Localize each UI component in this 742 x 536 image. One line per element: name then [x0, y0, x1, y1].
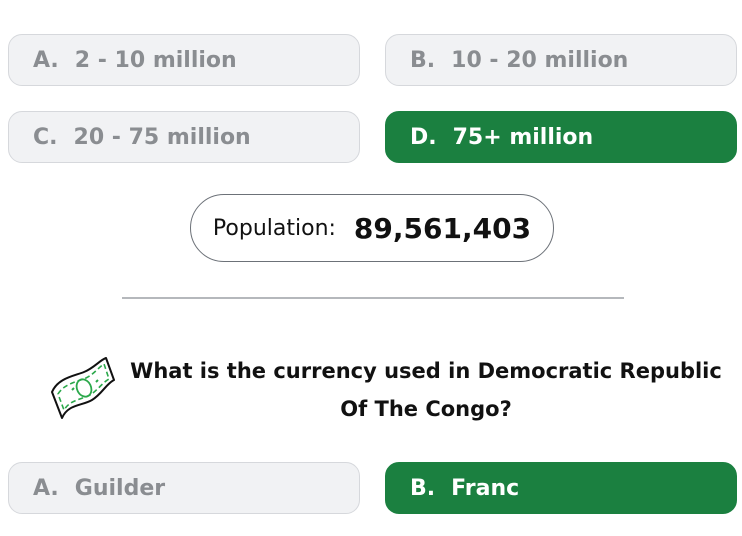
option-a-button[interactable]: A. 2 - 10 million — [8, 34, 360, 86]
option-letter: A. — [33, 475, 59, 501]
question-text: What is the currency used in Democratic … — [130, 359, 722, 421]
option-letter: B. — [410, 475, 436, 501]
option-d-button-correct[interactable]: D. 75+ million — [385, 111, 737, 163]
option-text: Guilder — [74, 475, 166, 501]
option-a-button[interactable]: A. Guilder — [8, 462, 360, 514]
option-letter: A. — [33, 47, 59, 73]
population-value: 89,561,403 — [353, 211, 532, 245]
option-text: 20 - 75 million — [73, 124, 251, 150]
option-text: 2 - 10 million — [74, 47, 237, 73]
option-letter: C. — [33, 124, 58, 150]
quiz-page: A. 2 - 10 million B. 10 - 20 million C. … — [0, 0, 742, 536]
option-text: Franc — [451, 475, 520, 501]
money-bill-icon — [51, 357, 115, 419]
option-c-button[interactable]: C. 20 - 75 million — [8, 111, 360, 163]
population-result: Population: 89,561,403 — [190, 194, 554, 262]
option-letter: B. — [410, 47, 436, 73]
section-divider — [122, 297, 624, 299]
option-b-button-correct[interactable]: B. Franc — [385, 462, 737, 514]
option-text: 10 - 20 million — [451, 47, 629, 73]
option-text: 75+ million — [452, 124, 594, 150]
option-b-button[interactable]: B. 10 - 20 million — [385, 34, 737, 86]
population-label: Population: — [212, 215, 336, 241]
option-letter: D. — [410, 124, 437, 150]
